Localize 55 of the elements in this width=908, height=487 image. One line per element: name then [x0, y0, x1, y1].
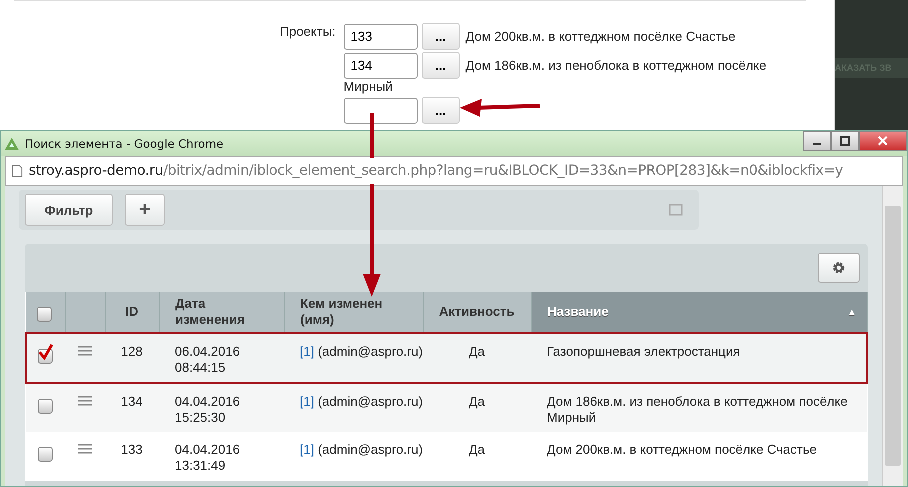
- add-button[interactable]: +: [125, 194, 165, 226]
- table-cell: Да: [468, 442, 486, 457]
- column-header[interactable]: ID: [105, 292, 159, 333]
- table-row[interactable]: 134 04.04.2016 15:25:30 [1] (admin@aspro.ru) Да Дом 186кв.м. из пеноблока в коттеджном посёлке Мирный: [26, 383, 867, 432]
- user-link[interactable]: [1]: [300, 394, 314, 409]
- column-header[interactable]: Дата изменения: [159, 292, 284, 333]
- table-cell: 134: [121, 394, 143, 409]
- input-field[interactable]: 134: [344, 52, 418, 78]
- browse-button[interactable]: ...: [422, 52, 460, 79]
- table-cell-text: 06.04.2016: [175, 344, 242, 360]
- close-icon[interactable]: [859, 131, 907, 151]
- maximize-icon[interactable]: [831, 131, 859, 151]
- window-title: Поиск элемента - Google Chrome: [25, 136, 224, 150]
- table-cell: Газопоршневая электростанция: [547, 344, 740, 359]
- user-link[interactable]: [1]: [300, 344, 314, 359]
- table-row[interactable]: 128 06.04.2016 08:44:15 [1] (admin@aspro.ru) Да Газопоршневая электростанция: [26, 333, 867, 383]
- minimize-icon[interactable]: [803, 131, 831, 151]
- app-icon: [5, 138, 19, 150]
- browse-button[interactable]: ...: [422, 23, 460, 50]
- table-cell: Дом 200кв.м. в коттеджном посёлке Счастье: [547, 442, 817, 457]
- column-header[interactable]: Кем изменен (имя): [284, 292, 423, 333]
- table-row[interactable]: 133 04.04.2016 13:31:49 [1] (admin@aspro.ru) Да Дом 200кв.м. в коттеджном посёлке Счастье: [26, 432, 867, 481]
- table-cell-text: 08:44:15: [175, 360, 227, 376]
- table-cell: Да: [468, 394, 486, 409]
- table-cell: (admin@aspro.ru): [318, 394, 424, 409]
- table-cell: (admin@aspro.ru): [318, 344, 424, 359]
- table-cell-text: 04.04.2016: [175, 442, 242, 458]
- column-header[interactable]: Активность: [423, 292, 531, 333]
- settings-icon: [832, 261, 846, 275]
- menu-icon[interactable]: [78, 346, 92, 356]
- user-link[interactable]: [1]: [300, 442, 314, 457]
- scrollbar[interactable]: [882, 186, 903, 486]
- menu-icon[interactable]: [78, 444, 92, 454]
- field-caption: Дом 186кв.м. из пеноблока в коттеджном посёлке: [466, 58, 767, 73]
- field-label: Проекты:: [280, 23, 336, 39]
- table-cell: Дом 186кв.м. из пеноблока в коттеджном посёлке Мирный: [547, 394, 848, 425]
- table-cell: Да: [468, 344, 486, 359]
- document-icon: [12, 164, 23, 178]
- input-field[interactable]: [344, 98, 418, 124]
- input-field[interactable]: 133: [344, 24, 418, 50]
- table-cell-text: 13:31:49: [175, 458, 227, 474]
- browse-button[interactable]: ...: [422, 97, 460, 124]
- table-cell: 128: [121, 344, 143, 359]
- settings-button[interactable]: [818, 253, 860, 283]
- table-cell-text: 15:25:30: [175, 410, 227, 426]
- url-text: stroy.aspro-demo.ru/bitrix/admin/iblock_element_search.php?lang=ru&IBLOCK_ID=33&n=PROP[283]&k=n0&iblockfix=y: [29, 163, 844, 179]
- filter-button[interactable]: Фильтр: [25, 194, 113, 226]
- table-cell: 133: [121, 442, 143, 457]
- table-cell-text: 04.04.2016: [175, 394, 242, 410]
- address-bar[interactable]: stroy.aspro-demo.ru/bitrix/admin/iblock_element_search.php?lang=ru&IBLOCK_ID=33&n=PROP[283]&k=n0&iblockfix=y: [5, 156, 903, 186]
- field-caption: Мирный: [344, 80, 394, 96]
- checkbox[interactable]: [38, 344, 54, 364]
- field-caption: Дом 200кв.м. в коттеджном посёлке Счастье: [466, 29, 736, 44]
- menu-icon[interactable]: [78, 396, 92, 406]
- table-cell: (admin@aspro.ru): [318, 442, 424, 457]
